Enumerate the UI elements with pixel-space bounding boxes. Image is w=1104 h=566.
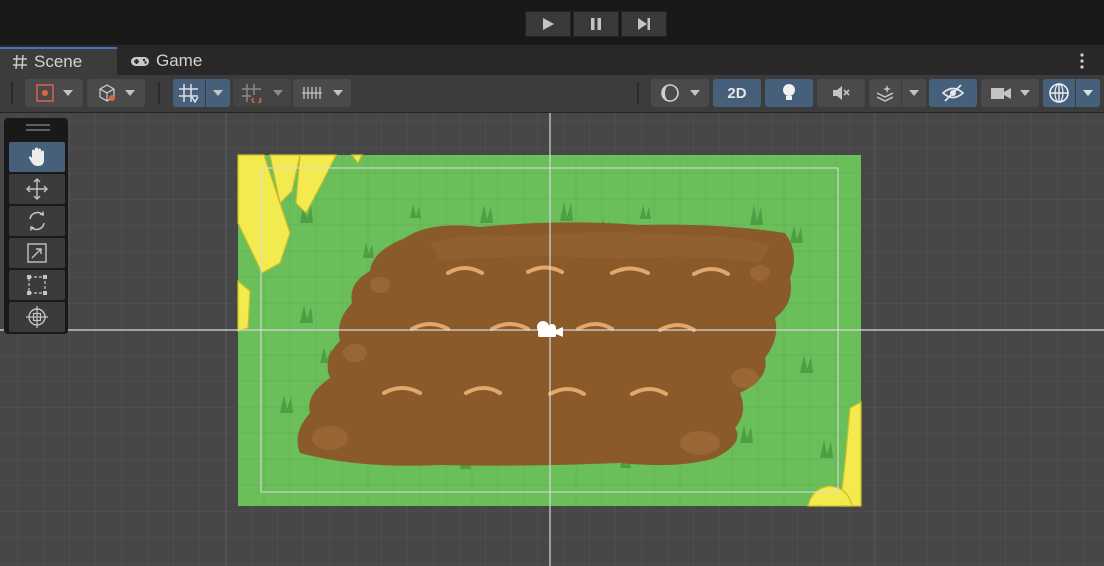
grid-hash-icon: [13, 54, 27, 70]
ruler-icon: [302, 87, 322, 99]
mode-2d-toggle[interactable]: 2D: [713, 79, 761, 107]
camera-icon: [991, 88, 1011, 99]
increment-snap-icon: [242, 84, 262, 103]
increment-snap-dropdown[interactable]: [233, 79, 291, 107]
rect-tool-button[interactable]: [9, 270, 65, 300]
pause-button[interactable]: [573, 11, 619, 37]
grid-snap-toggle[interactable]: [173, 79, 205, 107]
gizmos-dropdown[interactable]: [1076, 79, 1100, 107]
scene-visibility-toggle[interactable]: [929, 79, 977, 107]
mode-2d-label: 2D: [727, 84, 747, 102]
tab-strip: Scene Game: [0, 45, 1104, 75]
scene-visibility-icon: [941, 84, 965, 102]
play-button[interactable]: [525, 11, 571, 37]
tab-game-label: Game: [156, 51, 203, 70]
hand-tool-button[interactable]: [9, 142, 65, 172]
ruler-dropdown[interactable]: [293, 79, 351, 107]
camera-dropdown[interactable]: [981, 79, 1039, 107]
scale-tool-icon: [27, 243, 47, 263]
audio-toggle[interactable]: [817, 79, 865, 107]
lighting-icon: [783, 84, 795, 100]
grid-snap-dropdown[interactable]: [206, 79, 230, 107]
drag-handle-icon[interactable]: [26, 124, 50, 132]
effects-dropdown[interactable]: [902, 79, 926, 107]
scene-canvas: [0, 113, 1104, 566]
draw-mode-icon: [99, 84, 115, 102]
play-toolbar: [0, 0, 1104, 45]
step-button[interactable]: [621, 11, 667, 37]
effects-icon: [876, 85, 894, 102]
pause-icon: [591, 18, 601, 30]
tab-game[interactable]: Game: [130, 47, 202, 75]
transform-tool-icon: [26, 306, 48, 328]
tools-overlay: [4, 118, 68, 334]
step-forward-icon: [638, 18, 650, 30]
toolbar-separator: [11, 82, 13, 104]
gamepad-icon: [131, 57, 149, 66]
transform-tool-button[interactable]: [9, 302, 65, 332]
transform-tool-icon: [36, 84, 54, 102]
scene-toolbar: 2D: [0, 75, 1104, 113]
tab-scene[interactable]: Scene: [0, 47, 117, 75]
hand-tool-icon: [28, 147, 44, 166]
move-tool-button[interactable]: [9, 174, 65, 204]
shading-sphere-icon: [661, 84, 679, 102]
toolbar-separator: [637, 82, 639, 104]
scene-view[interactable]: [0, 113, 1104, 566]
rect-tool-icon: [27, 275, 47, 295]
more-menu-icon[interactable]: [1076, 53, 1088, 69]
mute-audio-icon: [833, 86, 850, 100]
scale-tool-button[interactable]: [9, 238, 65, 268]
draw-mode-dropdown[interactable]: [87, 79, 145, 107]
tab-scene-label: Scene: [34, 52, 83, 71]
shading-mode-dropdown[interactable]: [651, 79, 709, 107]
transform-tool-dropdown[interactable]: [25, 79, 83, 107]
effects-toggle[interactable]: [869, 79, 901, 107]
grid-snap-icon: [179, 84, 199, 103]
move-tool-icon: [26, 178, 48, 200]
toolbar-separator: [158, 82, 160, 104]
play-icon: [543, 18, 554, 30]
gizmos-toggle[interactable]: [1043, 79, 1075, 107]
rotate-tool-button[interactable]: [9, 206, 65, 236]
rotate-tool-icon: [29, 211, 45, 231]
lighting-toggle[interactable]: [765, 79, 813, 107]
gizmos-icon: [1049, 83, 1069, 103]
